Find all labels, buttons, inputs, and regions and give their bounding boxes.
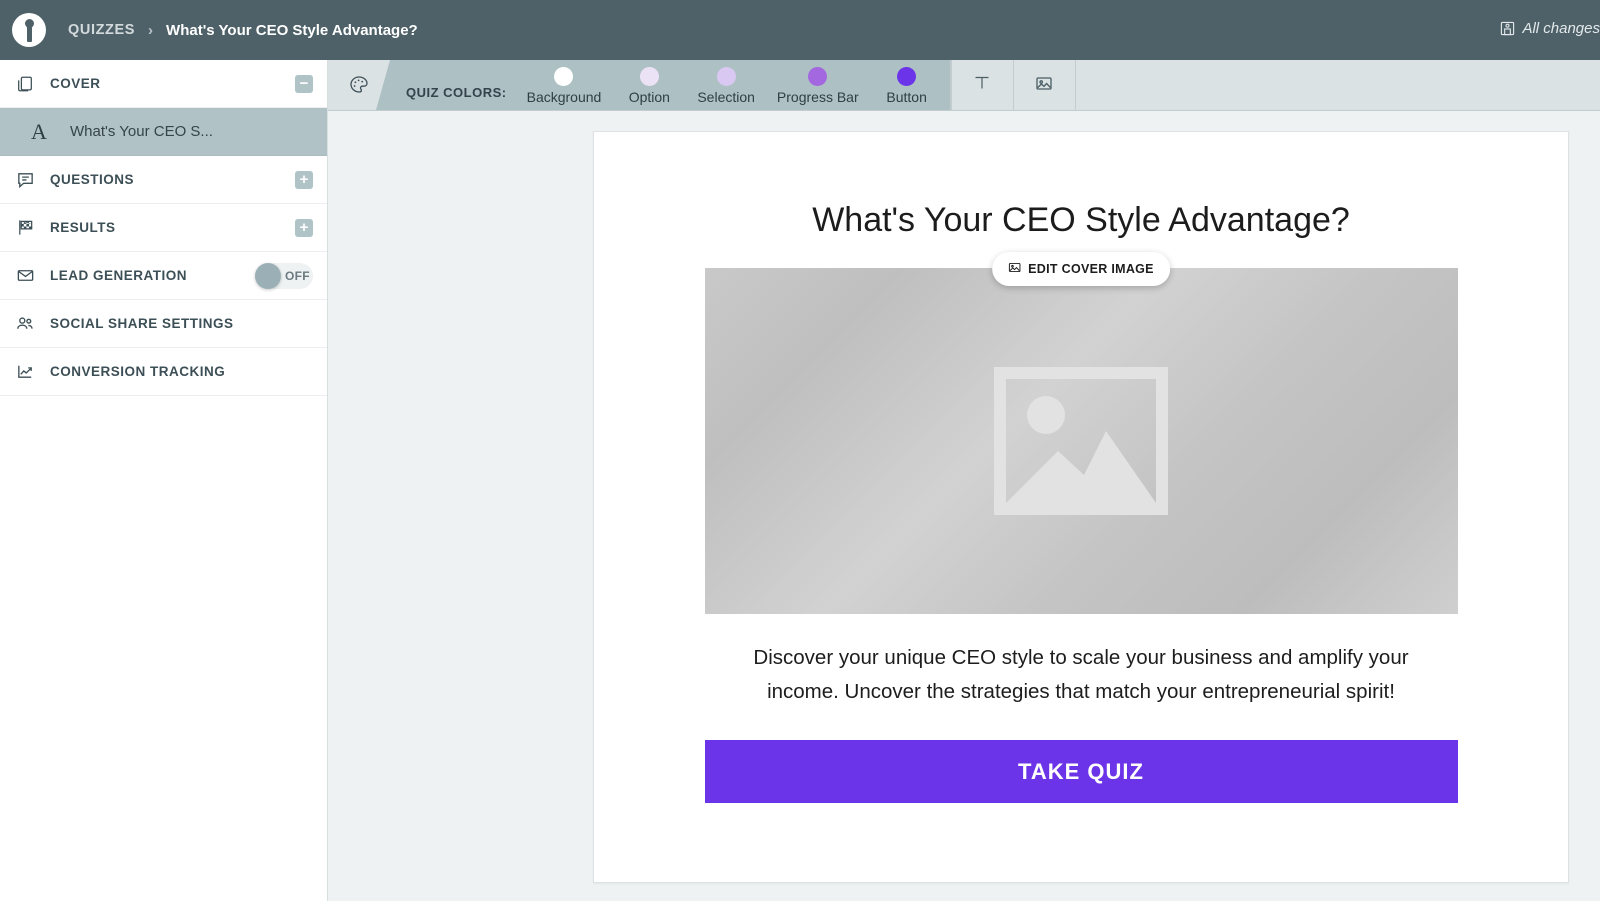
add-result-button[interactable]: + xyxy=(295,219,313,237)
lead-generation-toggle[interactable]: OFF xyxy=(255,263,313,289)
swatch-dot xyxy=(808,67,827,86)
sidebar-item-results[interactable]: RESULTS + xyxy=(0,204,327,252)
sidebar-item-label: RESULTS xyxy=(50,220,116,235)
sidebar-item-label: LEAD GENERATION xyxy=(50,268,187,283)
image-icon xyxy=(1008,261,1021,277)
interact-logo[interactable] xyxy=(12,13,46,47)
cover-description[interactable]: Discover your unique CEO style to scale … xyxy=(731,641,1431,709)
sidebar-item-cover-page[interactable]: A What's Your CEO S... xyxy=(0,108,327,156)
swatch-selection[interactable]: Selection xyxy=(697,67,755,105)
swatch-label: Background xyxy=(527,89,602,105)
cover-preview-card: What's Your CEO Style Advantage? i EDIT … xyxy=(593,131,1569,883)
sidebar-item-label: CONVERSION TRACKING xyxy=(50,364,225,379)
swatch-dot xyxy=(717,67,736,86)
swatch-progress-bar[interactable]: Progress Bar xyxy=(777,67,859,105)
edit-cover-image-button[interactable]: EDIT COVER IMAGE xyxy=(992,252,1170,286)
top-bar: QUIZZES › What's Your CEO Style Advantag… xyxy=(0,0,1600,60)
image-tool-icon xyxy=(1033,72,1055,99)
people-icon xyxy=(12,314,38,334)
cover-image[interactable] xyxy=(705,268,1458,614)
breadcrumb-separator-icon: › xyxy=(148,22,153,39)
edit-cover-image-label: EDIT COVER IMAGE xyxy=(1028,262,1154,276)
swatch-label: Option xyxy=(629,89,670,105)
swatch-background[interactable]: Background xyxy=(527,67,602,105)
sidebar-item-questions[interactable]: QUESTIONS + xyxy=(0,156,327,204)
pages-icon xyxy=(12,75,38,93)
image-placeholder-icon xyxy=(994,367,1168,515)
envelope-icon xyxy=(12,266,38,285)
quiz-colors-label: QUIZ COLORS: xyxy=(406,85,507,100)
swatch-dot xyxy=(640,67,659,86)
save-status-text: All changes xyxy=(1522,20,1600,37)
editor-toolbar: QUIZ COLORS: Background Option Selection… xyxy=(328,60,1600,111)
toolbar-empty-space xyxy=(1075,60,1600,110)
text-a-icon: A xyxy=(26,119,52,145)
toggle-knob xyxy=(255,263,281,289)
text-tool-icon xyxy=(971,72,993,99)
sidebar: COVER − A What's Your CEO S... QUESTIONS… xyxy=(0,60,328,901)
text-tool-button[interactable] xyxy=(951,60,1013,110)
swatch-label: Selection xyxy=(697,89,755,105)
line-chart-icon xyxy=(12,362,38,381)
swatch-dot xyxy=(897,67,916,86)
checkered-flag-icon xyxy=(12,218,38,237)
swatch-button[interactable]: Button xyxy=(881,67,933,105)
speech-bubble-icon xyxy=(12,170,38,189)
add-question-button[interactable]: + xyxy=(295,171,313,189)
cover-image-section: EDIT COVER IMAGE i xyxy=(594,268,1568,614)
sidebar-item-label: SOCIAL SHARE SETTINGS xyxy=(50,316,234,331)
floppy-disk-icon xyxy=(1500,21,1515,36)
collapse-cover-button[interactable]: − xyxy=(295,75,313,93)
breadcrumb-quizzes-link[interactable]: QUIZZES xyxy=(68,22,135,38)
cover-title[interactable]: What's Your CEO Style Advantage? xyxy=(594,200,1568,241)
breadcrumb: QUIZZES › What's Your CEO Style Advantag… xyxy=(68,22,418,39)
sidebar-item-lead-generation[interactable]: LEAD GENERATION OFF xyxy=(0,252,327,300)
sidebar-item-conversion-tracking[interactable]: CONVERSION TRACKING xyxy=(0,348,327,396)
sidebar-item-cover-page-label: What's Your CEO S... xyxy=(70,123,213,140)
swatch-dot xyxy=(554,67,573,86)
swatch-label: Button xyxy=(886,89,926,105)
take-quiz-button[interactable]: TAKE QUIZ xyxy=(705,740,1458,803)
sidebar-item-label: QUESTIONS xyxy=(50,172,134,187)
breadcrumb-current-title: What's Your CEO Style Advantage? xyxy=(166,22,418,39)
quiz-colors-panel: QUIZ COLORS: Background Option Selection… xyxy=(376,60,951,110)
sidebar-item-cover[interactable]: COVER − xyxy=(0,60,327,108)
image-tool-button[interactable] xyxy=(1013,60,1075,110)
color-swatch-group: Background Option Selection Progress Bar… xyxy=(527,67,933,105)
sidebar-item-label: COVER xyxy=(50,76,101,91)
swatch-option[interactable]: Option xyxy=(623,67,675,105)
save-status: All changes xyxy=(1500,20,1600,37)
swatch-label: Progress Bar xyxy=(777,89,859,105)
sidebar-item-social-share-settings[interactable]: SOCIAL SHARE SETTINGS xyxy=(0,300,327,348)
toggle-state-label: OFF xyxy=(285,269,310,283)
editor-canvas: What's Your CEO Style Advantage? i EDIT … xyxy=(328,111,1600,901)
